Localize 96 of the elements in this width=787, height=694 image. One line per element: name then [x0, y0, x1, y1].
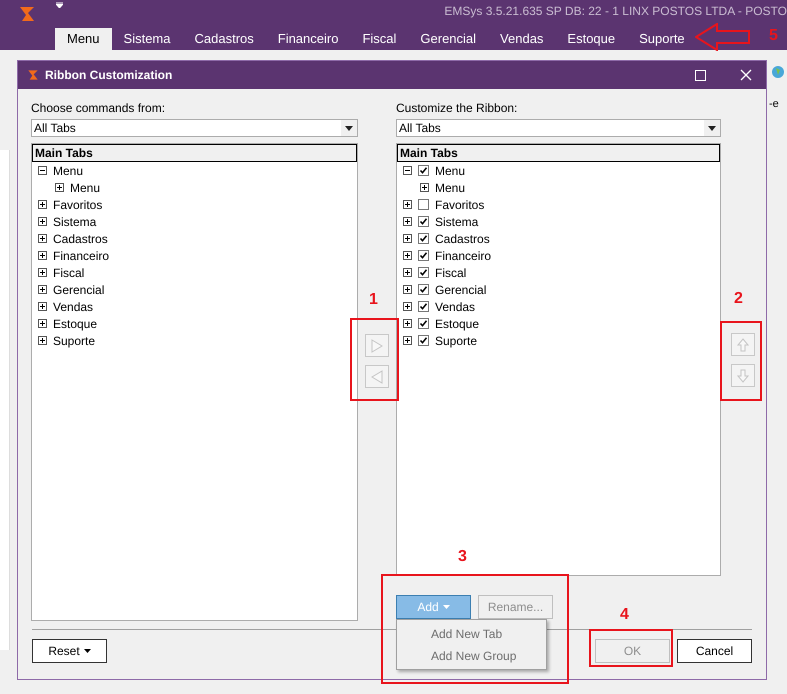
tree-item[interactable]: Vendas: [53, 300, 94, 312]
tree-header: Main Tabs: [32, 144, 357, 162]
tree-item[interactable]: Suporte: [53, 334, 96, 346]
annotation-number: 2: [734, 289, 743, 309]
tree-item[interactable]: Financeiro: [53, 250, 110, 262]
panel-label: Choose commands from:: [31, 100, 166, 117]
caret-icon: [84, 649, 91, 653]
expand-icon[interactable]: [403, 217, 412, 226]
expand-icon[interactable]: [38, 217, 47, 226]
maximize-icon[interactable]: [695, 70, 706, 80]
tree-item[interactable]: Estoque: [435, 318, 480, 330]
collapse-icon[interactable]: [403, 166, 412, 175]
tree-item[interactable]: Suporte: [435, 334, 478, 346]
expand-icon[interactable]: [38, 234, 47, 243]
dropdown-option[interactable]: Add New Group: [431, 648, 546, 664]
quick-access-caret-icon[interactable]: [56, 2, 63, 8]
checkbox[interactable]: [418, 301, 429, 312]
annotation-number: 4: [620, 605, 629, 625]
tree-item[interactable]: Favoritos: [53, 198, 102, 210]
checkbox[interactable]: [418, 267, 429, 278]
ribbon-tab[interactable]: Fiscal: [350, 28, 408, 50]
annotation-arrow-icon: [695, 23, 751, 51]
checkbox[interactable]: [418, 199, 429, 210]
tree-item[interactable]: Sistema: [435, 216, 478, 228]
ribbon-tab[interactable]: Cadastros: [182, 28, 266, 50]
caret-icon: [442, 605, 450, 609]
tree-item[interactable]: Menu: [53, 164, 84, 176]
dropdown-arrow-icon: [708, 126, 716, 130]
dialog-title: Ribbon Customization: [45, 67, 172, 84]
dropdown-option[interactable]: Add New Tab: [431, 626, 546, 642]
expand-icon[interactable]: [420, 183, 429, 192]
dropdown[interactable]: All Tabs: [31, 119, 358, 137]
expand-icon[interactable]: [55, 183, 64, 192]
ribbon-tab[interactable]: Sistema: [112, 28, 182, 50]
window-title: EMSys 3.5.21.635 SP DB: 22 - 1 LINX POSTOS LTDA - POSTO: [444, 3, 787, 20]
up-arrow-icon: [737, 338, 749, 352]
collapse-icon[interactable]: [38, 166, 47, 175]
tree-item[interactable]: Fiscal: [435, 266, 466, 278]
expand-icon[interactable]: [403, 302, 412, 311]
expand-icon[interactable]: [38, 285, 47, 294]
checkbox[interactable]: [418, 250, 429, 261]
ribbon-tab[interactable]: Gerencial: [408, 28, 488, 50]
tree-item[interactable]: Estoque: [53, 318, 98, 330]
tree-item[interactable]: Gerencial: [435, 284, 486, 296]
tree-item[interactable]: Sistema: [53, 216, 96, 228]
right-triangle-icon: [371, 338, 383, 352]
annotation-number: 3: [458, 547, 467, 567]
expand-icon[interactable]: [38, 302, 47, 311]
expand-icon[interactable]: [403, 268, 412, 277]
ribbon-tab[interactable]: Menu: [55, 28, 112, 50]
tree-header: Main Tabs: [397, 144, 720, 162]
down-arrow-icon: [737, 368, 749, 382]
ribbon-tab[interactable]: Suporte: [627, 28, 697, 50]
expand-icon[interactable]: [38, 268, 47, 277]
annotation-number: 1: [369, 290, 378, 310]
panel-label: Customize the Ribbon:: [396, 100, 518, 117]
expand-icon[interactable]: [403, 200, 412, 209]
tree-item[interactable]: Cadastros: [435, 232, 490, 244]
expand-icon[interactable]: [403, 234, 412, 243]
tree-item[interactable]: Favoritos: [435, 198, 484, 210]
logo-icon: [18, 5, 36, 23]
tree-item[interactable]: Financeiro: [435, 250, 492, 262]
checkbox[interactable]: [418, 335, 429, 346]
ribbon-tab[interactable]: Vendas: [488, 28, 556, 50]
globe-icon: [770, 64, 784, 80]
ribbon-tab[interactable]: Financeiro: [266, 28, 350, 50]
expand-icon[interactable]: [403, 285, 412, 294]
tree-item[interactable]: Menu: [435, 182, 466, 194]
tree-item[interactable]: Vendas: [435, 300, 476, 312]
dropdown[interactable]: All Tabs: [396, 119, 721, 137]
checkbox[interactable]: [418, 216, 429, 227]
left-triangle-icon: [371, 370, 383, 384]
tree-item[interactable]: Cadastros: [53, 232, 108, 244]
tree-item[interactable]: Fiscal: [53, 266, 84, 278]
reset-button[interactable]: Reset: [32, 639, 107, 663]
checkbox[interactable]: [418, 284, 429, 295]
ribbon-tab[interactable]: Estoque: [555, 28, 628, 50]
checkbox[interactable]: [418, 233, 429, 244]
expand-icon[interactable]: [403, 336, 412, 345]
expand-icon[interactable]: [38, 319, 47, 328]
logo-icon: [27, 69, 39, 81]
tree-item[interactable]: Menu: [70, 182, 100, 194]
tree-item[interactable]: Gerencial: [53, 284, 104, 296]
background-text: -e: [769, 97, 779, 112]
checkbox[interactable]: [418, 165, 429, 176]
expand-icon[interactable]: [38, 251, 47, 260]
cancel-button[interactable]: Cancel: [677, 639, 752, 663]
expand-icon[interactable]: [403, 319, 412, 328]
tree-item[interactable]: Menu: [435, 164, 466, 176]
close-icon[interactable]: [740, 69, 752, 81]
expand-icon[interactable]: [403, 251, 412, 260]
expand-icon[interactable]: [38, 200, 47, 209]
annotation-number: 5: [769, 26, 778, 46]
checkbox[interactable]: [418, 318, 429, 329]
dropdown-arrow-icon: [345, 126, 353, 130]
expand-icon[interactable]: [38, 336, 47, 345]
